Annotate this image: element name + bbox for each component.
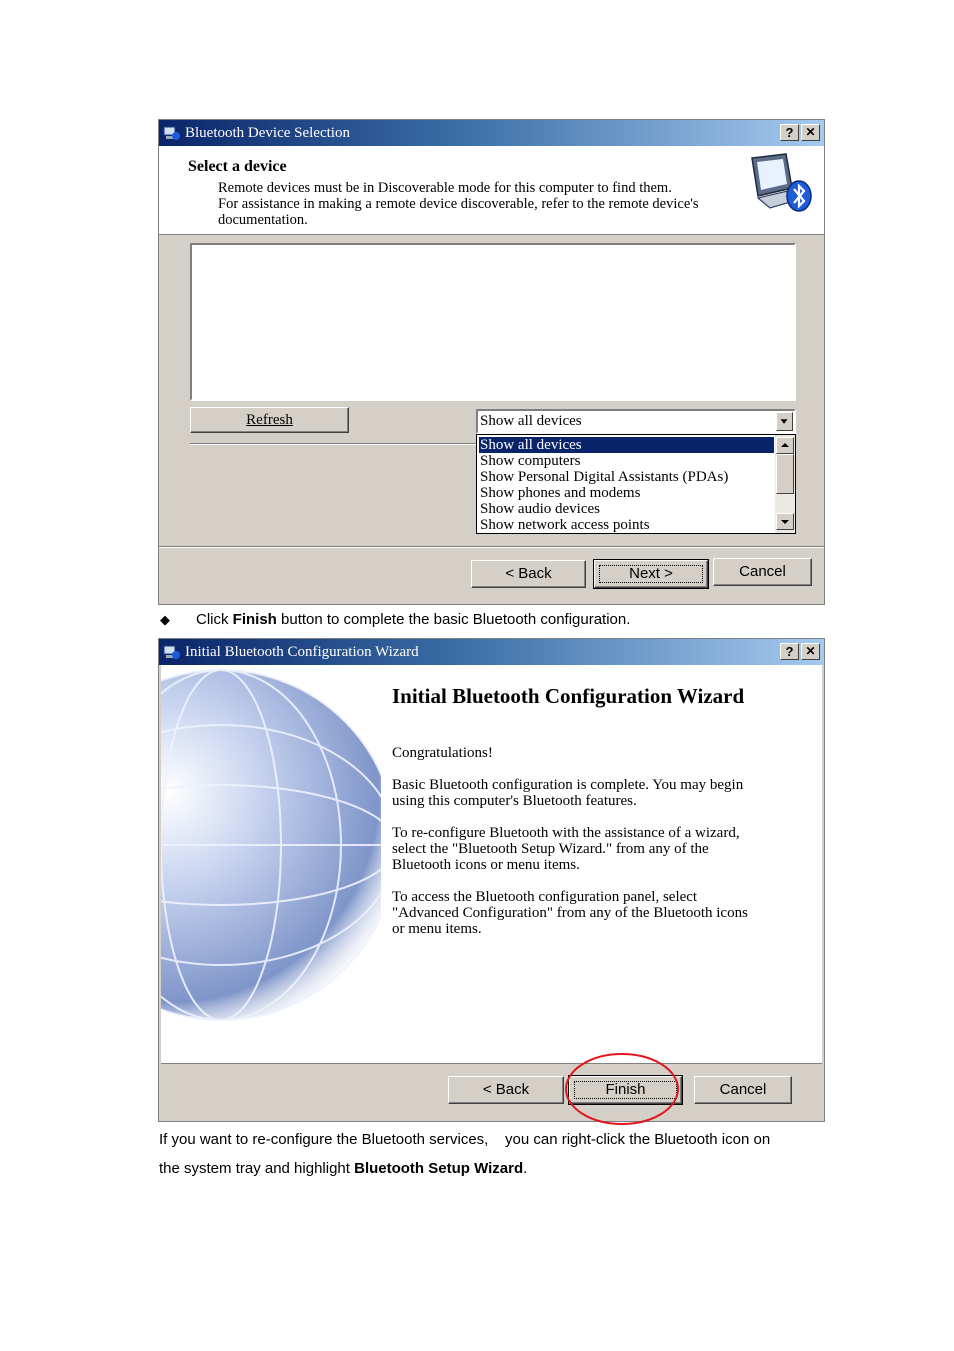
chevron-down-icon[interactable]: [776, 412, 793, 431]
refresh-label: Refresh: [246, 412, 293, 428]
window-title: Bluetooth Device Selection: [185, 125, 350, 141]
bullet-icon: ◆: [160, 612, 170, 627]
body-line: select the "Bluetooth Setup Wizard." fro…: [392, 841, 709, 857]
back-button[interactable]: < Back: [448, 1076, 564, 1104]
title-bar[interactable]: Bluetooth Device Selection ? ✕: [159, 120, 824, 146]
back-button[interactable]: < Back: [471, 560, 586, 588]
focus-rect: [599, 565, 703, 583]
wizard-heading: Initial Bluetooth Configuration Wizard: [392, 684, 745, 708]
filter-option[interactable]: Show audio devices: [479, 501, 600, 517]
bluetooth-app-icon: [163, 645, 180, 659]
wizard-body: Initial Bluetooth Configuration Wizard C…: [161, 665, 822, 1064]
scroll-thumb[interactable]: [776, 454, 794, 494]
cancel-button[interactable]: Cancel: [694, 1076, 792, 1104]
footer-line2-prefix: the system tray and highlight: [159, 1160, 355, 1177]
footer-separator: [159, 546, 824, 548]
instruction-prefix: Click: [196, 611, 233, 628]
body-line: Bluetooth icons or menu items.: [392, 857, 580, 873]
body-line: using this computer's Bluetooth features…: [392, 793, 637, 809]
footer-line2-bold: Bluetooth Setup Wizard: [354, 1160, 524, 1177]
globe-graphic: [161, 665, 381, 1063]
footer-line2-suffix: .: [523, 1160, 528, 1177]
separator: [190, 443, 476, 445]
dropdown-scrollbar[interactable]: [775, 435, 795, 533]
device-filter-select[interactable]: Show all devices: [476, 409, 796, 434]
window-title: Initial Bluetooth Configuration Wizard: [185, 644, 419, 660]
scroll-down-icon[interactable]: [776, 513, 794, 530]
footer-line-1: If you want to re-configure the Bluetoot…: [159, 1131, 771, 1148]
configuration-wizard-dialog: Initial Bluetooth Configuration Wizard ?…: [158, 638, 825, 1122]
device-filter-dropdown: Show all devices Show computers Show Per…: [476, 434, 796, 534]
instruction-suffix: button to complete the basic Bluetooth c…: [276, 611, 631, 628]
body-line: "Advanced Configuration" from any of the…: [392, 905, 748, 921]
body-line: or menu items.: [392, 921, 482, 937]
bluetooth-computer-icon: [751, 153, 812, 212]
cancel-label: Cancel: [739, 563, 786, 580]
header-line-2: For assistance in making a remote device…: [218, 196, 699, 212]
instruction-line: ◆ Click Finish button to complete the bas…: [160, 611, 630, 628]
filter-option[interactable]: Show phones and modems: [479, 485, 640, 501]
cancel-button[interactable]: Cancel: [713, 558, 812, 586]
device-list[interactable]: [190, 243, 796, 401]
filter-option[interactable]: Show computers: [479, 453, 580, 469]
cancel-label: Cancel: [719, 1081, 767, 1098]
highlight-circle: [565, 1053, 679, 1125]
scroll-up-icon[interactable]: [776, 437, 794, 454]
body-line: To access the Bluetooth configuration pa…: [392, 889, 698, 905]
next-button[interactable]: Next >: [593, 559, 709, 589]
help-button[interactable]: ?: [780, 643, 799, 660]
refresh-button[interactable]: Refresh: [190, 407, 349, 433]
wizard-header: Select a device Remote devices must be i…: [159, 146, 824, 235]
header-title: Select a device: [188, 158, 287, 175]
header-line-3: documentation.: [218, 212, 308, 228]
filter-selected-value: Show all devices: [480, 413, 582, 429]
filter-option[interactable]: Show all devices: [479, 437, 774, 453]
help-button[interactable]: ?: [780, 124, 799, 141]
title-bar[interactable]: Initial Bluetooth Configuration Wizard ?…: [159, 639, 824, 665]
header-line-1: Remote devices must be in Discoverable m…: [218, 180, 672, 196]
close-button[interactable]: ✕: [801, 124, 820, 141]
back-label: < Back: [482, 1081, 530, 1098]
bluetooth-app-icon: [163, 126, 180, 140]
filter-option[interactable]: Show network access points: [479, 517, 650, 533]
body-line: Basic Bluetooth configuration is complet…: [392, 777, 744, 793]
filter-option[interactable]: Show Personal Digital Assistants (PDAs): [479, 469, 728, 485]
back-label: < Back: [505, 565, 552, 582]
device-selection-dialog: Bluetooth Device Selection ? ✕ Select a …: [158, 119, 825, 605]
footer-line-2: the system tray and highlight Bluetooth …: [159, 1160, 527, 1177]
instruction-bold: Finish: [232, 611, 277, 628]
close-button[interactable]: ✕: [801, 643, 820, 660]
congrats-text: Congratulations!: [392, 745, 493, 761]
body-line: To re-configure Bluetooth with the assis…: [392, 825, 740, 841]
